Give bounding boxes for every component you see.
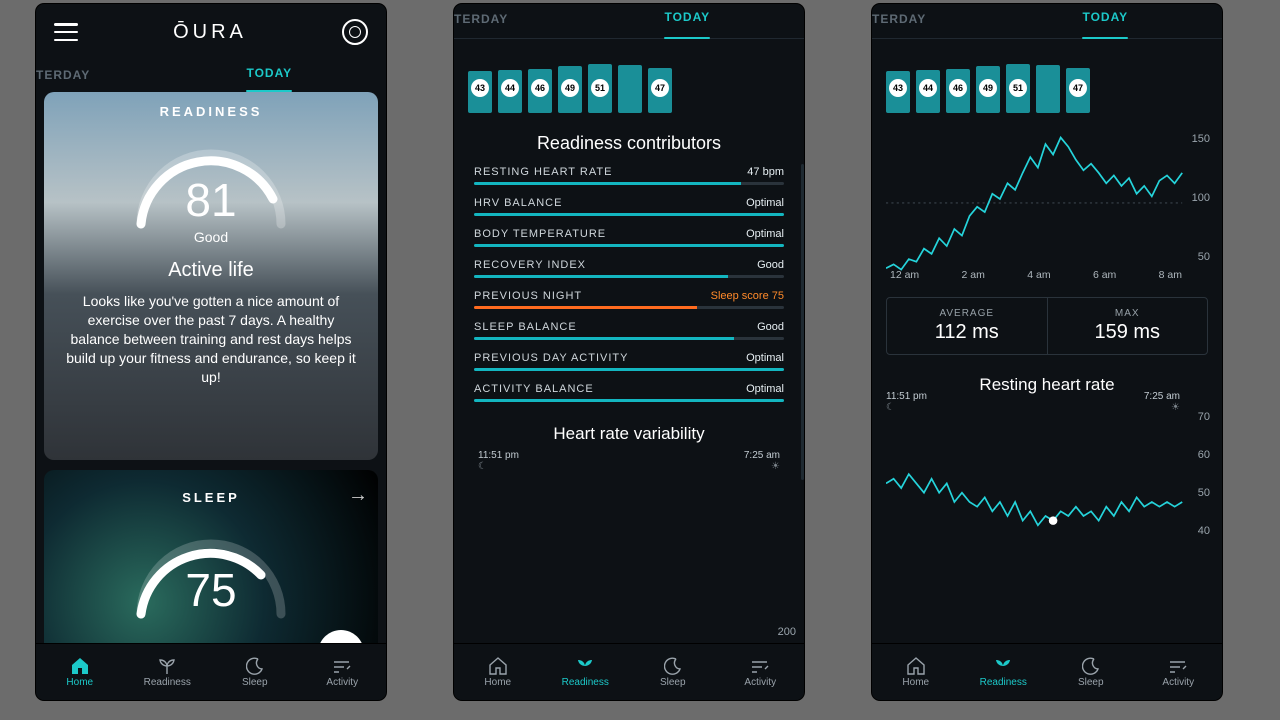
readiness-charts-screen: TERDAY TODAY 434446495147 15010050 12 am… xyxy=(872,4,1222,700)
readiness-headline: Active life xyxy=(62,259,360,282)
readiness-card[interactable]: READINESS 81 Good Active life Looks like… xyxy=(44,92,378,460)
nav-readiness[interactable]: Readiness xyxy=(960,644,1048,700)
weekly-scores-chart[interactable]: 434446495147 xyxy=(454,39,804,125)
nav-home[interactable]: Home xyxy=(454,644,542,700)
contributors-title: Readiness contributors xyxy=(454,133,804,154)
add-button[interactable]: + xyxy=(318,630,364,644)
bottom-nav: Home Readiness Sleep Activity xyxy=(36,643,386,700)
chevron-right-icon[interactable]: → xyxy=(348,484,368,507)
tab-yesterday[interactable]: TERDAY xyxy=(872,4,989,38)
tab-yesterday[interactable]: TERDAY xyxy=(36,60,153,92)
readiness-rating: Good xyxy=(62,229,360,245)
activity-icon xyxy=(332,657,352,675)
sun-small-icon: ☀ xyxy=(744,461,780,472)
hrv-section-title: Heart rate variability xyxy=(454,424,804,444)
moon-icon xyxy=(245,657,265,675)
home-icon xyxy=(488,657,508,675)
hrv-start-time: 11:51 pm xyxy=(478,450,519,461)
home-icon xyxy=(70,657,90,675)
nav-readiness[interactable]: Readiness xyxy=(542,644,630,700)
scrollbar[interactable] xyxy=(801,164,804,480)
contributor-row[interactable]: PREVIOUS NIGHTSleep score 75 xyxy=(474,290,784,302)
contributor-row[interactable]: SLEEP BALANCEGood xyxy=(474,321,784,333)
weekly-scores-chart[interactable]: 434446495147 xyxy=(872,39,1222,125)
moon-icon xyxy=(663,657,683,675)
rhr-chart[interactable]: 11:51 pm☾ 7:25 am☀ 70605040 xyxy=(886,409,1208,539)
contributor-row[interactable]: PREVIOUS DAY ACTIVITYOptimal xyxy=(474,352,784,364)
rhr-end-time: 7:25 am xyxy=(1144,391,1180,402)
activity-icon xyxy=(1168,657,1188,675)
contributor-row[interactable]: RESTING HEART RATE47 bpm xyxy=(474,166,784,178)
tab-today[interactable]: TODAY xyxy=(153,60,386,92)
nav-sleep[interactable]: Sleep xyxy=(211,644,299,700)
contributor-row[interactable]: ACTIVITY BALANCEOptimal xyxy=(474,383,784,395)
sleep-card[interactable]: → SLEEP 75 + xyxy=(44,470,378,644)
ring-status-icon[interactable] xyxy=(342,19,368,45)
contributor-row[interactable]: RECOVERY INDEXGood xyxy=(474,259,784,271)
readiness-title: READINESS xyxy=(62,104,360,119)
home-screen: ŌURA TERDAY TODAY READINESS 81 Good Acti… xyxy=(36,4,386,700)
hrv-y-hint: 200 xyxy=(778,626,796,638)
sprout-icon xyxy=(993,657,1013,675)
nav-readiness[interactable]: Readiness xyxy=(124,644,212,700)
sleep-score: 75 xyxy=(121,563,301,617)
brand-logo: ŌURA xyxy=(173,21,247,44)
sleep-gauge: 75 xyxy=(121,519,301,619)
hrv-chart[interactable]: 15010050 xyxy=(886,131,1208,265)
sleep-title: SLEEP xyxy=(62,490,360,505)
sprout-icon xyxy=(157,657,177,675)
nav-activity[interactable]: Activity xyxy=(717,644,805,700)
nav-home[interactable]: Home xyxy=(36,644,124,700)
contributor-row[interactable]: BODY TEMPERATUREOptimal xyxy=(474,228,784,240)
sprout-icon xyxy=(575,657,595,675)
day-tabs: TERDAY TODAY xyxy=(36,60,386,92)
nav-activity[interactable]: Activity xyxy=(1135,644,1223,700)
hrv-end-time: 7:25 am xyxy=(744,450,780,461)
contributors-list: RESTING HEART RATE47 bpm HRV BALANCEOptim… xyxy=(454,166,804,402)
activity-icon xyxy=(750,657,770,675)
hrv-max: MAX159 ms xyxy=(1047,298,1208,354)
hrv-stats: AVERAGE112 ms MAX159 ms xyxy=(886,297,1208,355)
nav-activity[interactable]: Activity xyxy=(299,644,387,700)
readiness-score: 81 xyxy=(121,173,301,227)
readiness-contributors-screen: TERDAY TODAY 434446495147 Readiness cont… xyxy=(454,4,804,700)
moon-small-icon: ☾ xyxy=(478,461,519,472)
readiness-gauge: 81 xyxy=(121,129,301,229)
nav-sleep[interactable]: Sleep xyxy=(629,644,717,700)
nav-sleep[interactable]: Sleep xyxy=(1047,644,1135,700)
tab-yesterday[interactable]: TERDAY xyxy=(454,4,571,38)
nav-home[interactable]: Home xyxy=(872,644,960,700)
contributor-row[interactable]: HRV BALANCEOptimal xyxy=(474,197,784,209)
rhr-start-time: 11:51 pm xyxy=(886,391,927,402)
tab-today[interactable]: TODAY xyxy=(571,4,804,38)
readiness-body: Looks like you've gotten a nice amount o… xyxy=(62,292,360,386)
menu-icon[interactable] xyxy=(54,23,78,41)
tab-today[interactable]: TODAY xyxy=(989,4,1222,38)
top-bar: ŌURA xyxy=(36,4,386,60)
moon-icon xyxy=(1081,657,1101,675)
home-icon xyxy=(906,657,926,675)
hrv-avg: AVERAGE112 ms xyxy=(887,298,1047,354)
